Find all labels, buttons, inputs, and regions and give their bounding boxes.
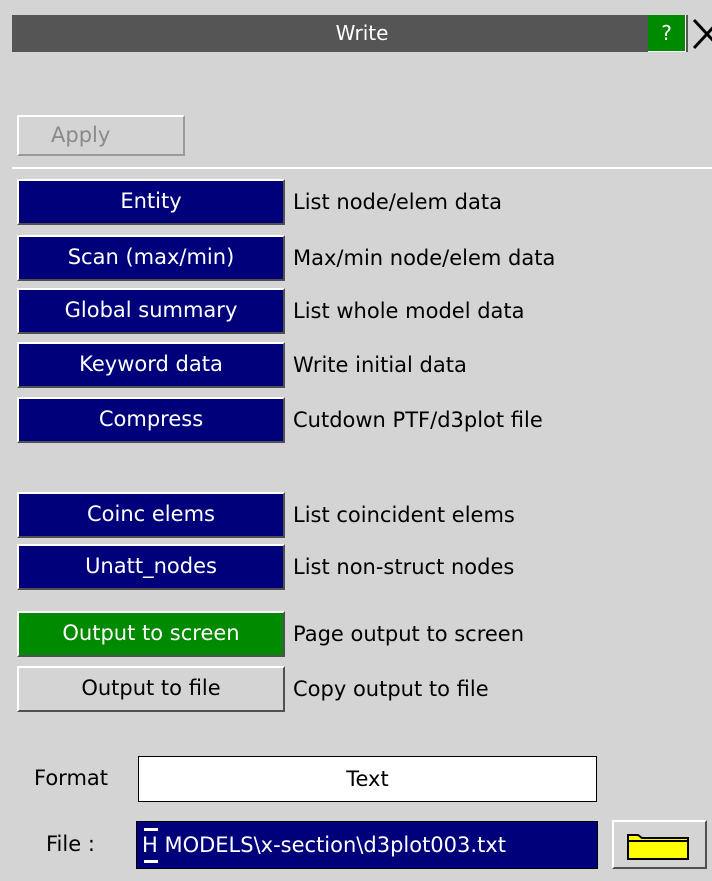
help-button[interactable]: ? <box>648 15 686 52</box>
unatt-nodes-button[interactable]: Unatt_nodes <box>17 544 285 590</box>
format-value: Text <box>346 767 389 791</box>
format-label: Format <box>34 766 109 790</box>
coinc-elems-description: List coincident elems <box>293 503 515 527</box>
unatt-nodes-description: List non-struct nodes <box>293 555 515 579</box>
compress-description: Cutdown PTF/d3plot file <box>293 408 543 432</box>
keyword-data-button[interactable]: Keyword data <box>17 342 285 388</box>
close-button[interactable] <box>688 15 712 52</box>
scan-description: Max/min node/elem data <box>293 246 556 270</box>
output-to-file-description: Copy output to file <box>293 677 489 701</box>
format-select[interactable]: Text <box>138 756 597 802</box>
file-path-input[interactable]: H MODELS\x-section\d3plot003.txt <box>136 821 598 869</box>
cursor-mark-top <box>144 828 158 831</box>
window-title: Write <box>335 21 389 45</box>
file-path-value: H MODELS\x-section\d3plot003.txt <box>142 833 506 857</box>
keyword-data-description: Write initial data <box>293 353 467 377</box>
output-to-screen-description: Page output to screen <box>293 622 525 646</box>
scan-button[interactable]: Scan (max/min) <box>17 235 285 281</box>
browse-folder-button[interactable] <box>612 820 707 869</box>
entity-button[interactable]: Entity <box>17 179 285 225</box>
compress-button[interactable]: Compress <box>17 397 285 443</box>
folder-icon <box>627 834 689 860</box>
output-to-screen-button[interactable]: Output to screen <box>17 611 285 657</box>
separator <box>12 167 712 169</box>
cursor-mark-bottom <box>144 860 158 863</box>
output-to-file-button[interactable]: Output to file <box>17 666 285 712</box>
entity-description: List node/elem data <box>293 190 502 214</box>
file-label: File : <box>46 832 95 856</box>
close-icon <box>688 15 712 52</box>
global-summary-description: List whole model data <box>293 299 525 323</box>
help-icon: ? <box>661 21 672 45</box>
apply-button[interactable]: Apply <box>17 115 185 156</box>
coinc-elems-button[interactable]: Coinc elems <box>17 492 285 538</box>
global-summary-button[interactable]: Global summary <box>17 288 285 334</box>
title-bar: Write ? <box>12 15 712 52</box>
